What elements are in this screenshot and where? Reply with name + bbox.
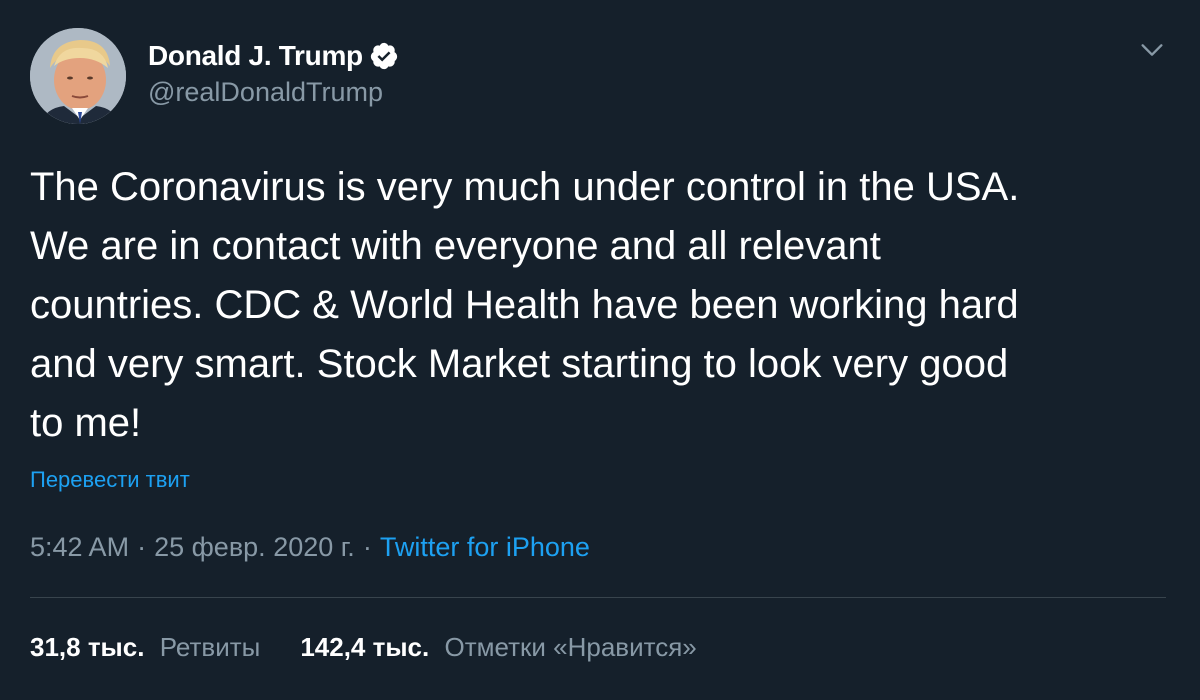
tweet-meta: 5:42 AM · 25 февр. 2020 г. · Twitter for… — [30, 532, 590, 563]
divider — [30, 597, 1166, 598]
meta-separator: · — [137, 532, 147, 562]
author-handle[interactable]: @realDonaldTrump — [148, 77, 383, 108]
avatar[interactable] — [30, 28, 126, 124]
avatar-photo-icon — [30, 28, 126, 124]
translate-tweet-link[interactable]: Перевести твит — [30, 467, 190, 493]
likes-label: Отметки «Нравится» — [444, 632, 697, 662]
tweet-time[interactable]: 5:42 AM — [30, 532, 129, 563]
verified-badge-icon — [370, 42, 397, 70]
likes-count: 142,4 тыс. — [300, 632, 430, 662]
tweet-card: Donald J. Trump @realDonaldTrump The Cor… — [0, 0, 1200, 700]
tweet-source-link[interactable]: Twitter for iPhone — [380, 532, 590, 563]
tweet-date[interactable]: 25 февр. 2020 г. — [154, 532, 355, 563]
retweets-stat[interactable]: 31,8 тыс. Ретвиты — [30, 632, 260, 663]
tweet-stats: 31,8 тыс. Ретвиты 142,4 тыс. Отметки «Нр… — [30, 632, 697, 663]
retweets-count: 31,8 тыс. — [30, 632, 145, 662]
display-name[interactable]: Donald J. Trump — [148, 40, 363, 72]
tweet-text: The Coronavirus is very much under contr… — [30, 165, 1020, 445]
author-name-row[interactable]: Donald J. Trump — [148, 38, 399, 74]
retweets-label: Ретвиты — [159, 632, 261, 662]
meta-separator: · — [362, 532, 372, 562]
likes-stat[interactable]: 142,4 тыс. Отметки «Нравится» — [300, 632, 696, 663]
chevron-down-icon[interactable] — [1138, 36, 1166, 64]
